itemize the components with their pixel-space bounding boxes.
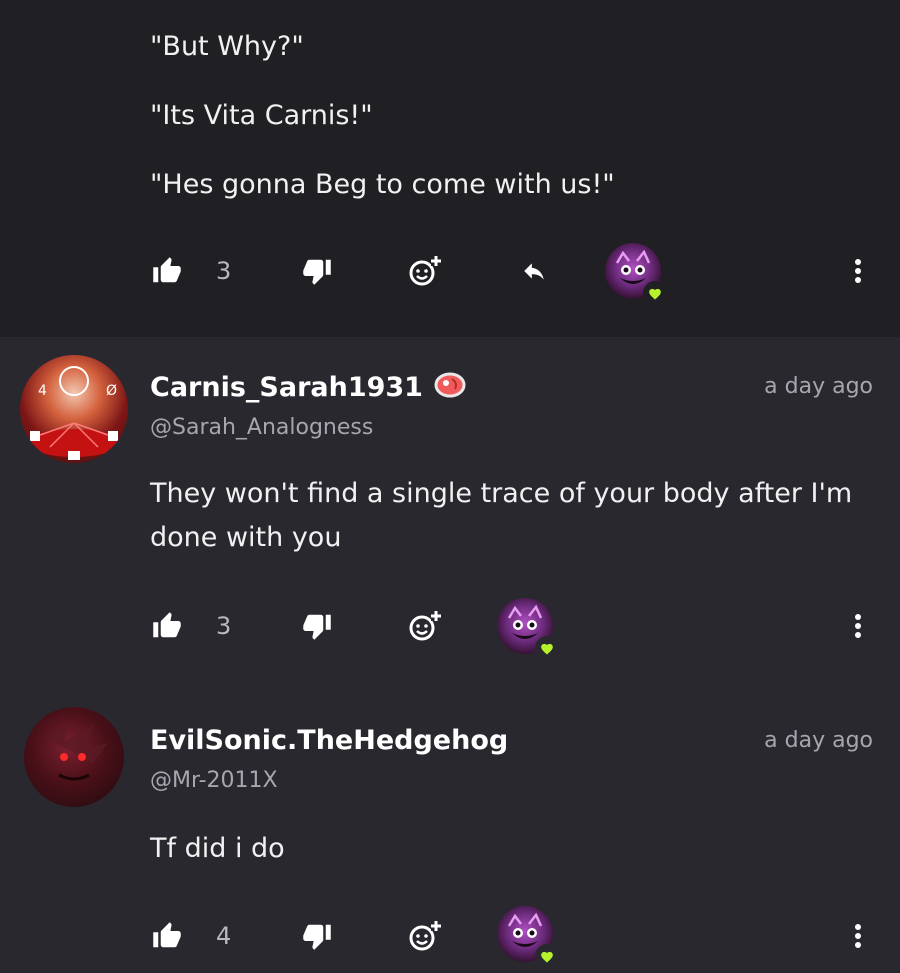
svg-text:Ø: Ø — [106, 383, 117, 399]
like-button[interactable] — [150, 254, 184, 288]
comment-line: "Hes gonna Beg to come with us!" — [150, 169, 615, 200]
more-options-button[interactable] — [845, 919, 871, 953]
timestamp: a day ago — [764, 374, 873, 399]
more-options-button[interactable] — [845, 254, 871, 288]
avatar[interactable]: 4Ø — [20, 355, 128, 463]
thumbs-down-icon — [303, 614, 331, 640]
meat-emoji-icon — [434, 372, 466, 398]
reply-button[interactable] — [516, 254, 552, 288]
like-count: 3 — [216, 612, 232, 640]
heart-badge — [643, 281, 667, 305]
add-emoji-icon — [409, 611, 441, 641]
heart-icon — [541, 951, 553, 963]
creator-heart-avatar — [497, 906, 559, 968]
thumbs-up-icon — [153, 612, 181, 638]
dislike-button[interactable] — [300, 919, 334, 953]
timestamp: a day ago — [764, 728, 873, 753]
svg-text:4: 4 — [38, 383, 47, 399]
thumbs-up-icon — [153, 257, 181, 283]
heart-badge — [535, 636, 559, 660]
add-reaction-button[interactable] — [405, 252, 443, 290]
add-reaction-button[interactable] — [405, 917, 443, 955]
comment-body: "But Why?" "Its Vita Carnis!" "Hes gonna… — [150, 30, 615, 237]
comment: 4Ø Carnis_Sarah1931 @Sarah_Analogness a … — [0, 337, 900, 683]
add-emoji-icon — [409, 256, 441, 286]
comment-actions: 3 — [0, 241, 900, 305]
creator-heart-avatar — [605, 243, 667, 305]
thumbs-up-icon — [153, 922, 181, 948]
like-button[interactable] — [150, 919, 184, 953]
username[interactable]: Carnis_Sarah1931 — [150, 369, 466, 403]
heart-badge — [535, 944, 559, 968]
avatar[interactable] — [24, 707, 124, 807]
add-emoji-icon — [409, 921, 441, 951]
user-handle[interactable]: @Mr-2011X — [150, 768, 278, 793]
more-vertical-icon — [855, 924, 861, 948]
comment-continuation: "But Why?" "Its Vita Carnis!" "Hes gonna… — [0, 0, 900, 337]
more-options-button[interactable] — [845, 609, 871, 643]
comment: EvilSonic.TheHedgehog @Mr-2011X a day ag… — [0, 683, 900, 973]
username[interactable]: EvilSonic.TheHedgehog — [150, 725, 508, 756]
heart-icon — [541, 643, 553, 655]
more-vertical-icon — [855, 614, 861, 638]
like-count: 3 — [216, 257, 232, 285]
comment-text: They won't find a single trace of your b… — [150, 478, 853, 553]
reply-arrow-icon — [524, 263, 544, 280]
username-text: Carnis_Sarah1931 — [150, 372, 423, 403]
thumbs-down-icon — [303, 259, 331, 285]
comment-actions: 3 — [0, 596, 900, 660]
user-handle[interactable]: @Sarah_Analogness — [150, 415, 373, 440]
comment-text: Tf did i do — [150, 833, 285, 864]
thumbs-down-icon — [303, 924, 331, 950]
add-reaction-button[interactable] — [405, 607, 443, 645]
dislike-button[interactable] — [300, 254, 334, 288]
comment-actions: 4 — [0, 906, 900, 968]
heart-icon — [649, 288, 661, 300]
like-count: 4 — [216, 922, 232, 950]
like-button[interactable] — [150, 609, 184, 643]
more-vertical-icon — [855, 259, 861, 283]
creator-heart-avatar — [497, 598, 559, 660]
comment-line: "But Why?" — [150, 31, 304, 62]
dislike-button[interactable] — [300, 609, 334, 643]
comment-line: "Its Vita Carnis!" — [150, 100, 373, 131]
